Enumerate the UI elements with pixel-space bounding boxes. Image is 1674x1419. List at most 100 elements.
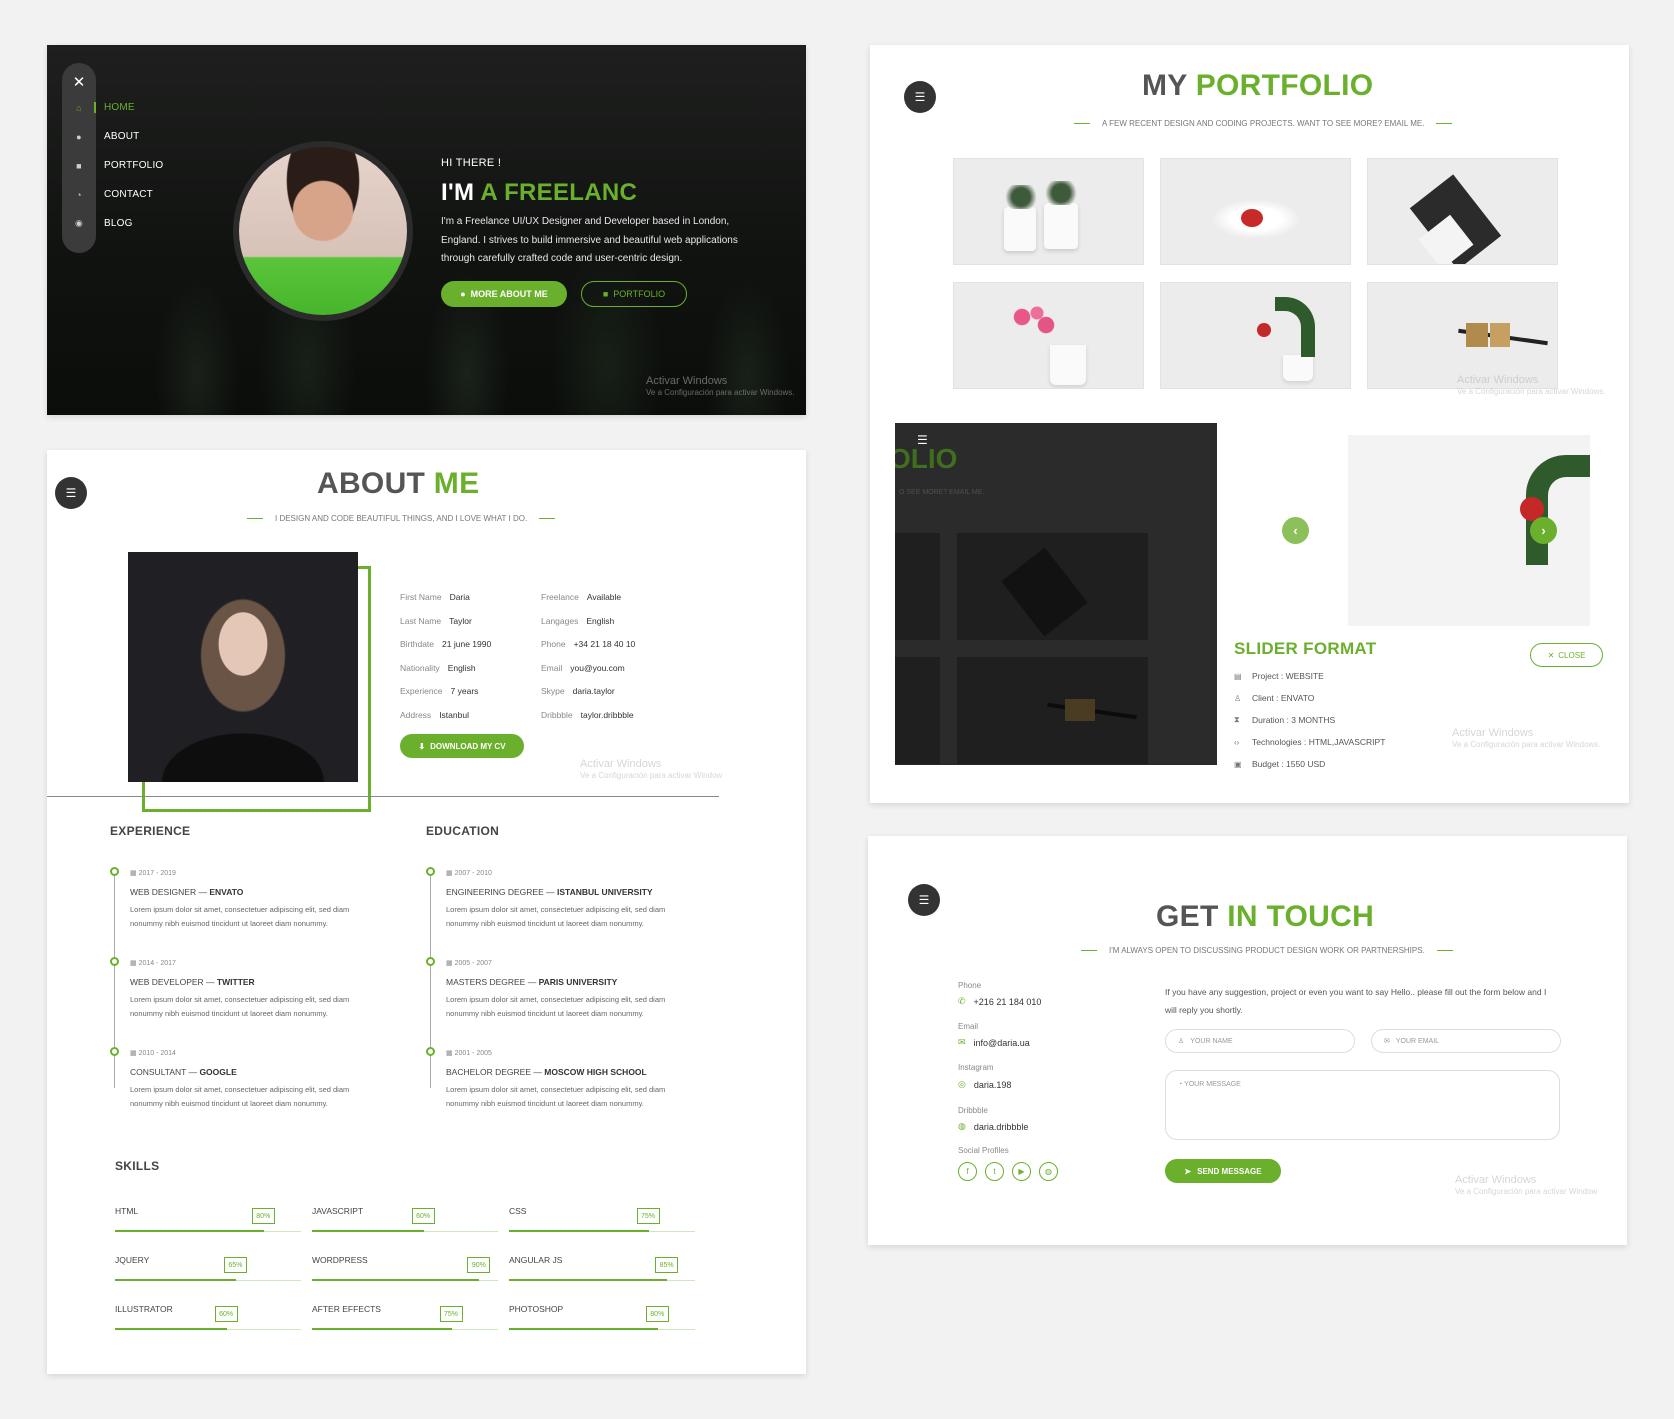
user-icon: ♙	[1178, 1038, 1185, 1045]
meta-value: 3 MONTHS	[1291, 715, 1336, 725]
section-title: GET IN TOUCH	[1156, 900, 1374, 934]
info-row: Email you@you.com	[541, 663, 625, 673]
portfolio-button[interactable]: ■ PORTFOLIO	[581, 281, 687, 307]
menu-icon[interactable]: ☰	[904, 81, 936, 113]
date-text: 2010 - 2014	[138, 1050, 176, 1057]
skill-name: ANGULAR JS	[509, 1255, 563, 1265]
button-label: PORTFOLIO	[613, 289, 666, 299]
portfolio-overlay-preview: ☰ OLIO O SEE MORE? EMAIL ME.	[895, 423, 1217, 765]
meta-value: WEBSITE	[1285, 671, 1324, 681]
chat-icon: ◔	[76, 189, 82, 200]
nav-item-blog[interactable]: ◉ BLOG	[70, 218, 133, 229]
nav-label: PORTFOLIO	[104, 160, 164, 171]
meta-label: Client :	[1252, 693, 1279, 703]
calendar-icon: ▦	[446, 870, 455, 877]
calendar-icon: ▦	[130, 1050, 139, 1057]
menu-icon[interactable]: ☰	[908, 884, 940, 916]
youtube-icon[interactable]: ▶	[1012, 1162, 1031, 1181]
more-about-me-button[interactable]: ● MORE ABOUT ME	[441, 281, 567, 307]
hero-headline: I'M A FREELANC	[441, 179, 637, 207]
windows-watermark: Activar Windows Ve a Configuración para a…	[646, 375, 795, 399]
send-message-button[interactable]: ➤ SEND MESSAGE	[1165, 1159, 1281, 1183]
info-value: Istanbul	[439, 709, 469, 720]
file-icon: ▤	[1234, 671, 1242, 681]
skill-name: WORDPRESS	[312, 1255, 368, 1265]
timeline-desc: Lorem ipsum dolor sit amet, consectetuer…	[130, 995, 350, 1018]
skill-percent-badge: 75%	[636, 1208, 660, 1224]
slider-next-icon[interactable]: ›	[1530, 517, 1557, 544]
role-text: ENGINEERING DEGREE	[446, 887, 544, 897]
slider-prev-icon[interactable]: ‹	[1282, 517, 1309, 544]
email-input[interactable]: ✉ YOUR EMAIL	[1371, 1029, 1561, 1053]
dribbble-icon[interactable]: ◍	[1039, 1162, 1058, 1181]
timeline-role: MASTERS DEGREE — PARIS UNIVERSITY	[446, 977, 617, 987]
timeline-date: ▦ 2017 - 2019	[130, 869, 176, 877]
timeline-dot	[110, 1047, 119, 1056]
overlay-thumb	[895, 657, 940, 764]
meta-value: 1550 USD	[1286, 759, 1326, 769]
briefcase-icon: ■	[602, 289, 609, 299]
nav-item-about[interactable]: ● ABOUT	[70, 131, 139, 142]
calendar-icon: ▦	[446, 960, 455, 967]
email-label: Email	[958, 1022, 979, 1031]
email-value[interactable]: ✉ info@daria.ua	[958, 1037, 1030, 1048]
nav-item-home[interactable]: ⌂ HOME	[70, 102, 135, 113]
nav-item-contact[interactable]: ◔ CONTACT	[70, 189, 153, 200]
info-key: Experience	[400, 686, 443, 696]
timeline-role: WEB DEVELOPER — TWITTER	[130, 977, 255, 987]
facebook-icon[interactable]: f	[958, 1162, 977, 1181]
mail-icon: ✉	[958, 1037, 966, 1047]
role-dash: —	[203, 977, 217, 987]
instagram-text: daria.198	[973, 1079, 1012, 1090]
portfolio-item-strawberry[interactable]	[1160, 158, 1351, 265]
title-prefix: MY	[1142, 69, 1188, 102]
message-textarea[interactable]: ◔ YOUR MESSAGE	[1165, 1070, 1560, 1140]
title-prefix: GET	[1156, 900, 1219, 933]
info-key: Address	[400, 709, 432, 720]
timeline-dot	[426, 867, 435, 876]
name-placeholder: YOUR NAME	[1190, 1037, 1233, 1045]
menu-icon[interactable]: ☰	[55, 477, 87, 509]
skill-percent-badge: 85%	[655, 1257, 679, 1273]
skill-percent-badge: 80%	[645, 1306, 669, 1322]
org-text: GOOGLE	[199, 1067, 237, 1077]
skill-bar	[312, 1328, 452, 1330]
instagram-value[interactable]: ◎ daria.198	[958, 1079, 1011, 1090]
info-key: Phone	[541, 639, 566, 649]
skill-name: AFTER EFFECTS	[312, 1304, 381, 1314]
info-value: Taylor	[449, 615, 472, 626]
nav-item-portfolio[interactable]: ■ PORTFOLIO	[70, 160, 163, 171]
close-icon[interactable]: ✕	[62, 73, 96, 91]
portfolio-item-plant[interactable]	[1160, 282, 1351, 389]
skill-name: HTML	[115, 1206, 139, 1216]
role-dash: —	[531, 1067, 545, 1077]
dribbble-value[interactable]: ◍ daria.dribbble	[958, 1121, 1028, 1132]
button-label: DOWNLOAD MY CV	[430, 741, 506, 751]
headline-prefix: I'M	[441, 179, 475, 206]
twitter-icon[interactable]: t	[985, 1162, 1004, 1181]
date-text: 2001 - 2005	[454, 1050, 492, 1057]
info-value: +34 21 18 40 10	[573, 639, 636, 649]
info-row: Langages English	[541, 616, 614, 626]
user-icon: ♙	[1234, 693, 1242, 703]
info-row: Nationality English	[400, 663, 476, 673]
close-icon: ✕	[1547, 650, 1555, 660]
skill-bar	[509, 1230, 649, 1232]
portfolio-item-brush[interactable]	[1367, 282, 1558, 389]
nav-label: BLOG	[104, 218, 133, 229]
watermark-sub: Ve a Configuración para activar Window	[1455, 1187, 1598, 1196]
name-input[interactable]: ♙ YOUR NAME	[1165, 1029, 1355, 1053]
close-button[interactable]: ✕ CLOSE	[1530, 643, 1603, 667]
portfolio-item-succulents[interactable]	[953, 158, 1144, 265]
timeline-desc: Lorem ipsum dolor sit amet, consectetuer…	[446, 905, 666, 928]
watermark-sub: Ve a Configuración para activar Window	[580, 771, 723, 780]
skill-bar	[115, 1230, 264, 1232]
portfolio-item-tag[interactable]	[1367, 158, 1558, 265]
role-text: WEB DESIGNER	[130, 887, 197, 897]
download-cv-button[interactable]: ⬇ DOWNLOAD MY CV	[400, 734, 524, 758]
info-key: Skype	[541, 686, 565, 696]
subtitle-text: I DESIGN AND CODE BEAUTIFUL THINGS, AND …	[275, 514, 528, 523]
info-value: 21 june 1990	[442, 639, 492, 649]
portfolio-item-tulips[interactable]	[953, 282, 1144, 389]
windows-watermark: Activar Windows Ve a Configuración para a…	[1452, 727, 1601, 751]
